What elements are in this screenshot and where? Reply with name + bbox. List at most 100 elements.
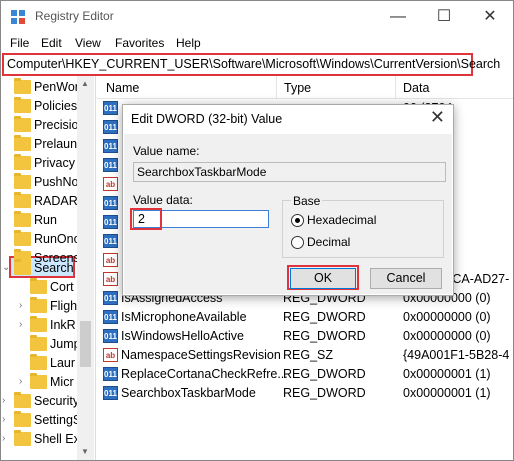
value-type-cell: REG_DWORD xyxy=(283,329,366,343)
folder-icon xyxy=(14,78,31,94)
scrollbar-thumb[interactable] xyxy=(80,321,91,367)
value-name-label: Value name: xyxy=(133,144,200,158)
expand-chevron-icon[interactable]: › xyxy=(19,319,22,330)
value-data-label: Value data: xyxy=(133,193,193,207)
tree-item-label: Fligh xyxy=(50,299,78,313)
tree-item-label: Precisio xyxy=(34,118,79,132)
scroll-down-arrow-icon[interactable]: ▼ xyxy=(81,447,89,456)
value-name-cell: NamespaceSettingsRevision xyxy=(121,348,281,362)
folder-icon xyxy=(14,259,31,275)
folder-icon xyxy=(30,316,47,332)
cancel-button[interactable]: Cancel xyxy=(370,268,442,289)
expand-chevron-icon[interactable]: › xyxy=(19,300,22,311)
string-value-icon: ab xyxy=(103,272,118,286)
dword-value-icon: 011 xyxy=(103,215,118,229)
dword-value-icon: 011 xyxy=(103,101,118,115)
decimal-radio[interactable] xyxy=(291,236,304,249)
value-data-cell: 0x00000000 (0) xyxy=(403,329,491,343)
dword-value-icon: 011 xyxy=(103,158,118,172)
dword-value-icon: 011 xyxy=(103,120,118,134)
dword-value-icon: 011 xyxy=(103,234,118,248)
tree-item-label: Security xyxy=(34,394,80,408)
tree-scrollbar[interactable]: ▲ ▼ xyxy=(77,76,94,460)
tree-item-label: Shell Ex xyxy=(34,432,80,446)
address-bar[interactable]: Computer\HKEY_CURRENT_USER\Software\Micr… xyxy=(2,53,500,76)
dword-value-icon: 011 xyxy=(103,367,118,381)
list-header: Name Type Data xyxy=(97,76,513,99)
dword-value-icon: 011 xyxy=(103,196,118,210)
collapse-chevron-icon[interactable]: ⌄ xyxy=(2,262,10,273)
menu-favorites[interactable]: Favorites xyxy=(115,36,164,50)
close-button[interactable]: ✕ xyxy=(467,1,513,33)
menu-file[interactable]: File xyxy=(10,36,29,50)
tree-item-label: Cort xyxy=(50,280,74,294)
decimal-label[interactable]: Decimal xyxy=(307,235,350,249)
folder-icon xyxy=(14,97,31,113)
base-group: Hexadecimal Decimal xyxy=(282,200,444,258)
dialog-close-icon[interactable]: ✕ xyxy=(430,107,445,128)
tree-item-label: RunOnc xyxy=(34,232,80,246)
menu-bar: File Edit View Favorites Help xyxy=(1,33,513,53)
edit-dword-dialog: Edit DWORD (32-bit) Value ✕ Value name: … xyxy=(122,104,454,296)
table-row[interactable]: 011 SearchboxTaskbarMode REG_DWORD 0x000000… xyxy=(97,384,513,403)
value-name-field: SearchboxTaskbarMode xyxy=(133,162,446,182)
tree-item-label: InkR xyxy=(50,318,76,332)
tree-item-label: RADAR xyxy=(34,194,78,208)
string-value-icon: ab xyxy=(103,348,118,362)
tree-item-label: SettingS xyxy=(34,413,82,427)
ok-button[interactable]: OK xyxy=(290,268,356,289)
expand-chevron-icon[interactable]: › xyxy=(19,376,22,387)
tree-item-label: PushNo xyxy=(34,175,79,189)
dword-value-icon: 011 xyxy=(103,310,118,324)
menu-view[interactable]: View xyxy=(75,36,101,50)
value-name-cell: IsWindowsHelloActive xyxy=(121,329,244,343)
folder-icon xyxy=(30,297,47,313)
hexadecimal-radio[interactable] xyxy=(291,214,304,227)
table-row[interactable]: 011 ReplaceCortanaCheckRefre... REG_DWORD 0… xyxy=(97,365,513,384)
tree-item-label: Run xyxy=(34,213,57,227)
string-value-icon: ab xyxy=(103,253,118,267)
column-header-data[interactable]: Data xyxy=(403,81,429,95)
dialog-title: Edit DWORD (32-bit) Value xyxy=(131,112,283,126)
tree-item-label: Laur xyxy=(50,356,76,370)
minimize-button[interactable]: — xyxy=(375,1,421,33)
value-name-text: SearchboxTaskbarMode xyxy=(137,165,267,179)
hexadecimal-label[interactable]: Hexadecimal xyxy=(307,213,376,227)
dialog-body: Value name: SearchboxTaskbarMode Value d… xyxy=(124,134,452,294)
column-separator[interactable] xyxy=(276,76,277,98)
folder-icon xyxy=(30,373,47,389)
folder-icon xyxy=(14,116,31,132)
menu-edit[interactable]: Edit xyxy=(41,36,62,50)
value-data-cell: 0x00000001 (1) xyxy=(403,367,491,381)
maximize-button[interactable]: ☐ xyxy=(421,1,467,33)
value-type-cell: REG_DWORD xyxy=(283,386,366,400)
folder-icon xyxy=(14,154,31,170)
dword-value-icon: 011 xyxy=(103,329,118,343)
menu-help[interactable]: Help xyxy=(176,36,201,50)
tree-item-label: Jump xyxy=(50,337,81,351)
table-row[interactable]: ab NamespaceSettingsRevision REG_SZ {49A001… xyxy=(97,346,513,365)
folder-icon xyxy=(14,173,31,189)
folder-icon xyxy=(14,230,31,246)
dword-value-icon: 011 xyxy=(103,139,118,153)
table-row[interactable]: 011 IsMicrophoneAvailable REG_DWORD 0x00000… xyxy=(97,308,513,327)
column-header-type[interactable]: Type xyxy=(284,81,311,95)
column-separator[interactable] xyxy=(395,76,396,98)
value-type-cell: REG_DWORD xyxy=(283,310,366,324)
title-bar[interactable]: Registry Editor — ☐ ✕ xyxy=(1,1,513,33)
value-name-cell: ReplaceCortanaCheckRefre... xyxy=(121,367,288,381)
value-data-cell: 0x00000001 (1) xyxy=(403,386,491,400)
registry-app-icon xyxy=(11,10,25,24)
value-name-cell: SearchboxTaskbarMode xyxy=(121,386,256,400)
expand-chevron-icon[interactable]: › xyxy=(2,433,5,444)
folder-icon xyxy=(14,135,31,151)
column-header-name[interactable]: Name xyxy=(106,81,139,95)
tree-item-label: Micr xyxy=(50,375,74,389)
expand-chevron-icon[interactable]: › xyxy=(2,414,5,425)
window-title: Registry Editor xyxy=(35,9,114,23)
table-row[interactable]: 011 IsWindowsHelloActive REG_DWORD 0x000000… xyxy=(97,327,513,346)
scroll-up-arrow-icon[interactable]: ▲ xyxy=(81,79,89,88)
value-type-cell: REG_DWORD xyxy=(283,367,366,381)
dword-value-icon: 011 xyxy=(103,386,118,400)
expand-chevron-icon[interactable]: › xyxy=(2,395,5,406)
